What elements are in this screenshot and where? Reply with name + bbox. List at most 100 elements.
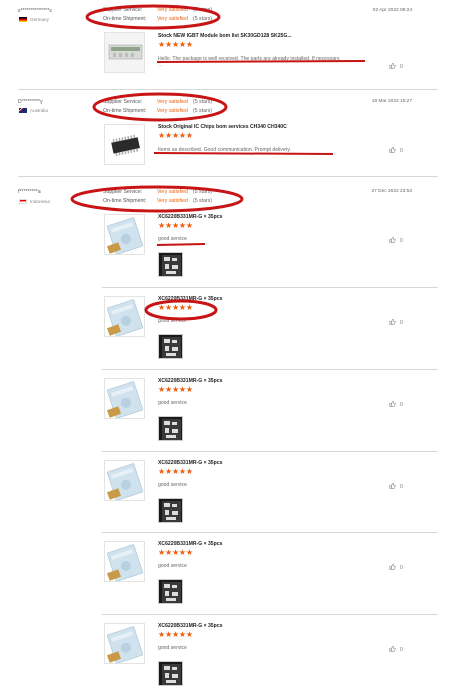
star-rating: ★★★★★ <box>158 221 193 230</box>
country-label: Germany <box>30 17 49 22</box>
igbt-module-image <box>105 33 144 72</box>
review-photo[interactable] <box>158 334 183 359</box>
star-rating: ★★★★★ <box>158 630 193 639</box>
shipment-value: Very satisfied <box>157 108 188 114</box>
product-thumbnail[interactable] <box>104 214 145 255</box>
shipment-label: On-time Shipment: <box>103 16 147 22</box>
annotation-underline <box>153 152 334 155</box>
review-divider <box>18 89 438 90</box>
service-label: Supplier Service: <box>103 7 143 13</box>
review-date: 27 Dec 2022 23:53 <box>371 189 412 194</box>
product-title[interactable]: XC6220B331MR-G × 35pcs <box>158 214 222 220</box>
star-rating: ★★★★★ <box>158 40 193 49</box>
product-thumbnail[interactable] <box>104 378 145 419</box>
like-count: 0 <box>400 646 403 653</box>
like-count: 0 <box>400 401 403 408</box>
item-divider <box>102 451 438 452</box>
product-thumbnail[interactable] <box>104 124 145 165</box>
product-title[interactable]: XC6220B331MR-G × 35pcs <box>158 296 222 302</box>
annotation-underline <box>156 243 206 246</box>
product-thumbnail[interactable] <box>104 296 145 337</box>
review-photo[interactable] <box>158 416 183 441</box>
thumbs-up-icon <box>389 62 396 71</box>
star-rating: ★★★★★ <box>158 385 193 394</box>
review-comment: good service <box>158 236 187 242</box>
country-label: Indonesia <box>30 199 50 204</box>
service-label: Supplier Service: <box>103 99 143 105</box>
review-comment: good service <box>158 563 187 569</box>
product-title[interactable]: Stock Original IC Chips bom services CH3… <box>158 124 287 130</box>
annotation-overlay <box>70 4 366 321</box>
product-title[interactable]: Stock NEW IGBT Module bom list SK30GD128… <box>158 33 292 39</box>
reviewer-country: Indonesia <box>19 199 50 204</box>
like-button[interactable]: 0 <box>389 146 403 155</box>
review-date: 02 Apr 2022 08:24 <box>372 8 412 13</box>
thumbs-up-icon <box>389 563 396 572</box>
product-title[interactable]: XC6220B331MR-G × 35pcs <box>158 541 222 547</box>
shipment-value: Very satisfied <box>157 16 188 22</box>
review-comment-more: ... <box>158 62 163 68</box>
service-label: Supplier Service: <box>103 189 143 195</box>
like-button[interactable]: 0 <box>389 563 403 572</box>
product-thumbnail[interactable] <box>104 623 145 664</box>
star-rating: ★★★★★ <box>158 548 193 557</box>
like-count: 0 <box>400 237 403 244</box>
thumbs-up-icon <box>389 482 396 491</box>
like-button[interactable]: 0 <box>389 318 403 327</box>
shipment-stars-text: (5 stars) <box>193 16 213 22</box>
shipment-label: On-time Shipment: <box>103 198 147 204</box>
reviewer-country: Germany <box>19 17 49 22</box>
shipment-label: On-time Shipment: <box>103 108 147 114</box>
service-stars-text: (5 stars) <box>193 99 213 105</box>
review-comment: good service <box>158 318 187 324</box>
like-button[interactable]: 0 <box>389 62 403 71</box>
reviewer-name: D*********y <box>18 99 43 105</box>
rating-details: Supplier Service: Very satisfied (5 stars)… <box>103 188 212 206</box>
service-value: Very satisfied <box>157 7 188 13</box>
review-photo[interactable] <box>158 579 183 604</box>
star-rating: ★★★★★ <box>158 131 193 140</box>
review-photo[interactable] <box>158 498 183 523</box>
reviewer-name: s**************s <box>18 8 52 14</box>
reviewer-name: f*********a <box>18 189 41 195</box>
review-photo[interactable] <box>158 661 183 686</box>
ic-chip-image <box>105 125 144 164</box>
rating-details: Supplier Service: Very satisfied (5 stars)… <box>103 6 212 24</box>
like-button[interactable]: 0 <box>389 482 403 491</box>
product-thumbnail[interactable] <box>104 32 145 73</box>
thumbs-up-icon <box>389 400 396 409</box>
product-title[interactable]: XC6220B331MR-G × 35pcs <box>158 378 222 384</box>
product-title[interactable]: XC6220B331MR-G × 35pcs <box>158 623 222 629</box>
review-divider <box>18 176 438 177</box>
like-count: 0 <box>400 319 403 326</box>
shipment-stars-text: (5 stars) <box>193 108 213 114</box>
review-comment: good service <box>158 645 187 651</box>
review-comment: good service <box>158 400 187 406</box>
like-button[interactable]: 0 <box>389 645 403 654</box>
country-label: Australia <box>30 108 48 113</box>
service-stars-text: (5 stars) <box>193 189 213 195</box>
service-value: Very satisfied <box>157 99 188 105</box>
review-comment: good service <box>158 482 187 488</box>
review-comment: Hello. The package is well received. The… <box>158 56 341 62</box>
item-divider <box>102 369 438 370</box>
shipment-value: Very satisfied <box>157 198 188 204</box>
like-button[interactable]: 0 <box>389 400 403 409</box>
reviewer-country: Australia <box>19 108 48 113</box>
shipment-stars-text: (5 stars) <box>193 198 213 204</box>
like-count: 0 <box>400 564 403 571</box>
review-comment: Items as described. Good communication. … <box>158 147 291 153</box>
indonesia-flag-icon <box>19 199 27 204</box>
product-title[interactable]: XC6220B331MR-G × 35pcs <box>158 460 222 466</box>
like-count: 0 <box>400 147 403 154</box>
germany-flag-icon <box>19 17 27 22</box>
product-thumbnail[interactable] <box>104 460 145 501</box>
like-button[interactable]: 0 <box>389 236 403 245</box>
star-rating: ★★★★★ <box>158 467 193 476</box>
review-date: 19 Mar 2022 15:27 <box>371 99 412 104</box>
australia-flag-icon <box>19 108 27 113</box>
product-thumbnail[interactable] <box>104 541 145 582</box>
review-photo[interactable] <box>158 252 183 277</box>
item-divider <box>102 532 438 533</box>
service-stars-text: (5 stars) <box>193 7 213 13</box>
